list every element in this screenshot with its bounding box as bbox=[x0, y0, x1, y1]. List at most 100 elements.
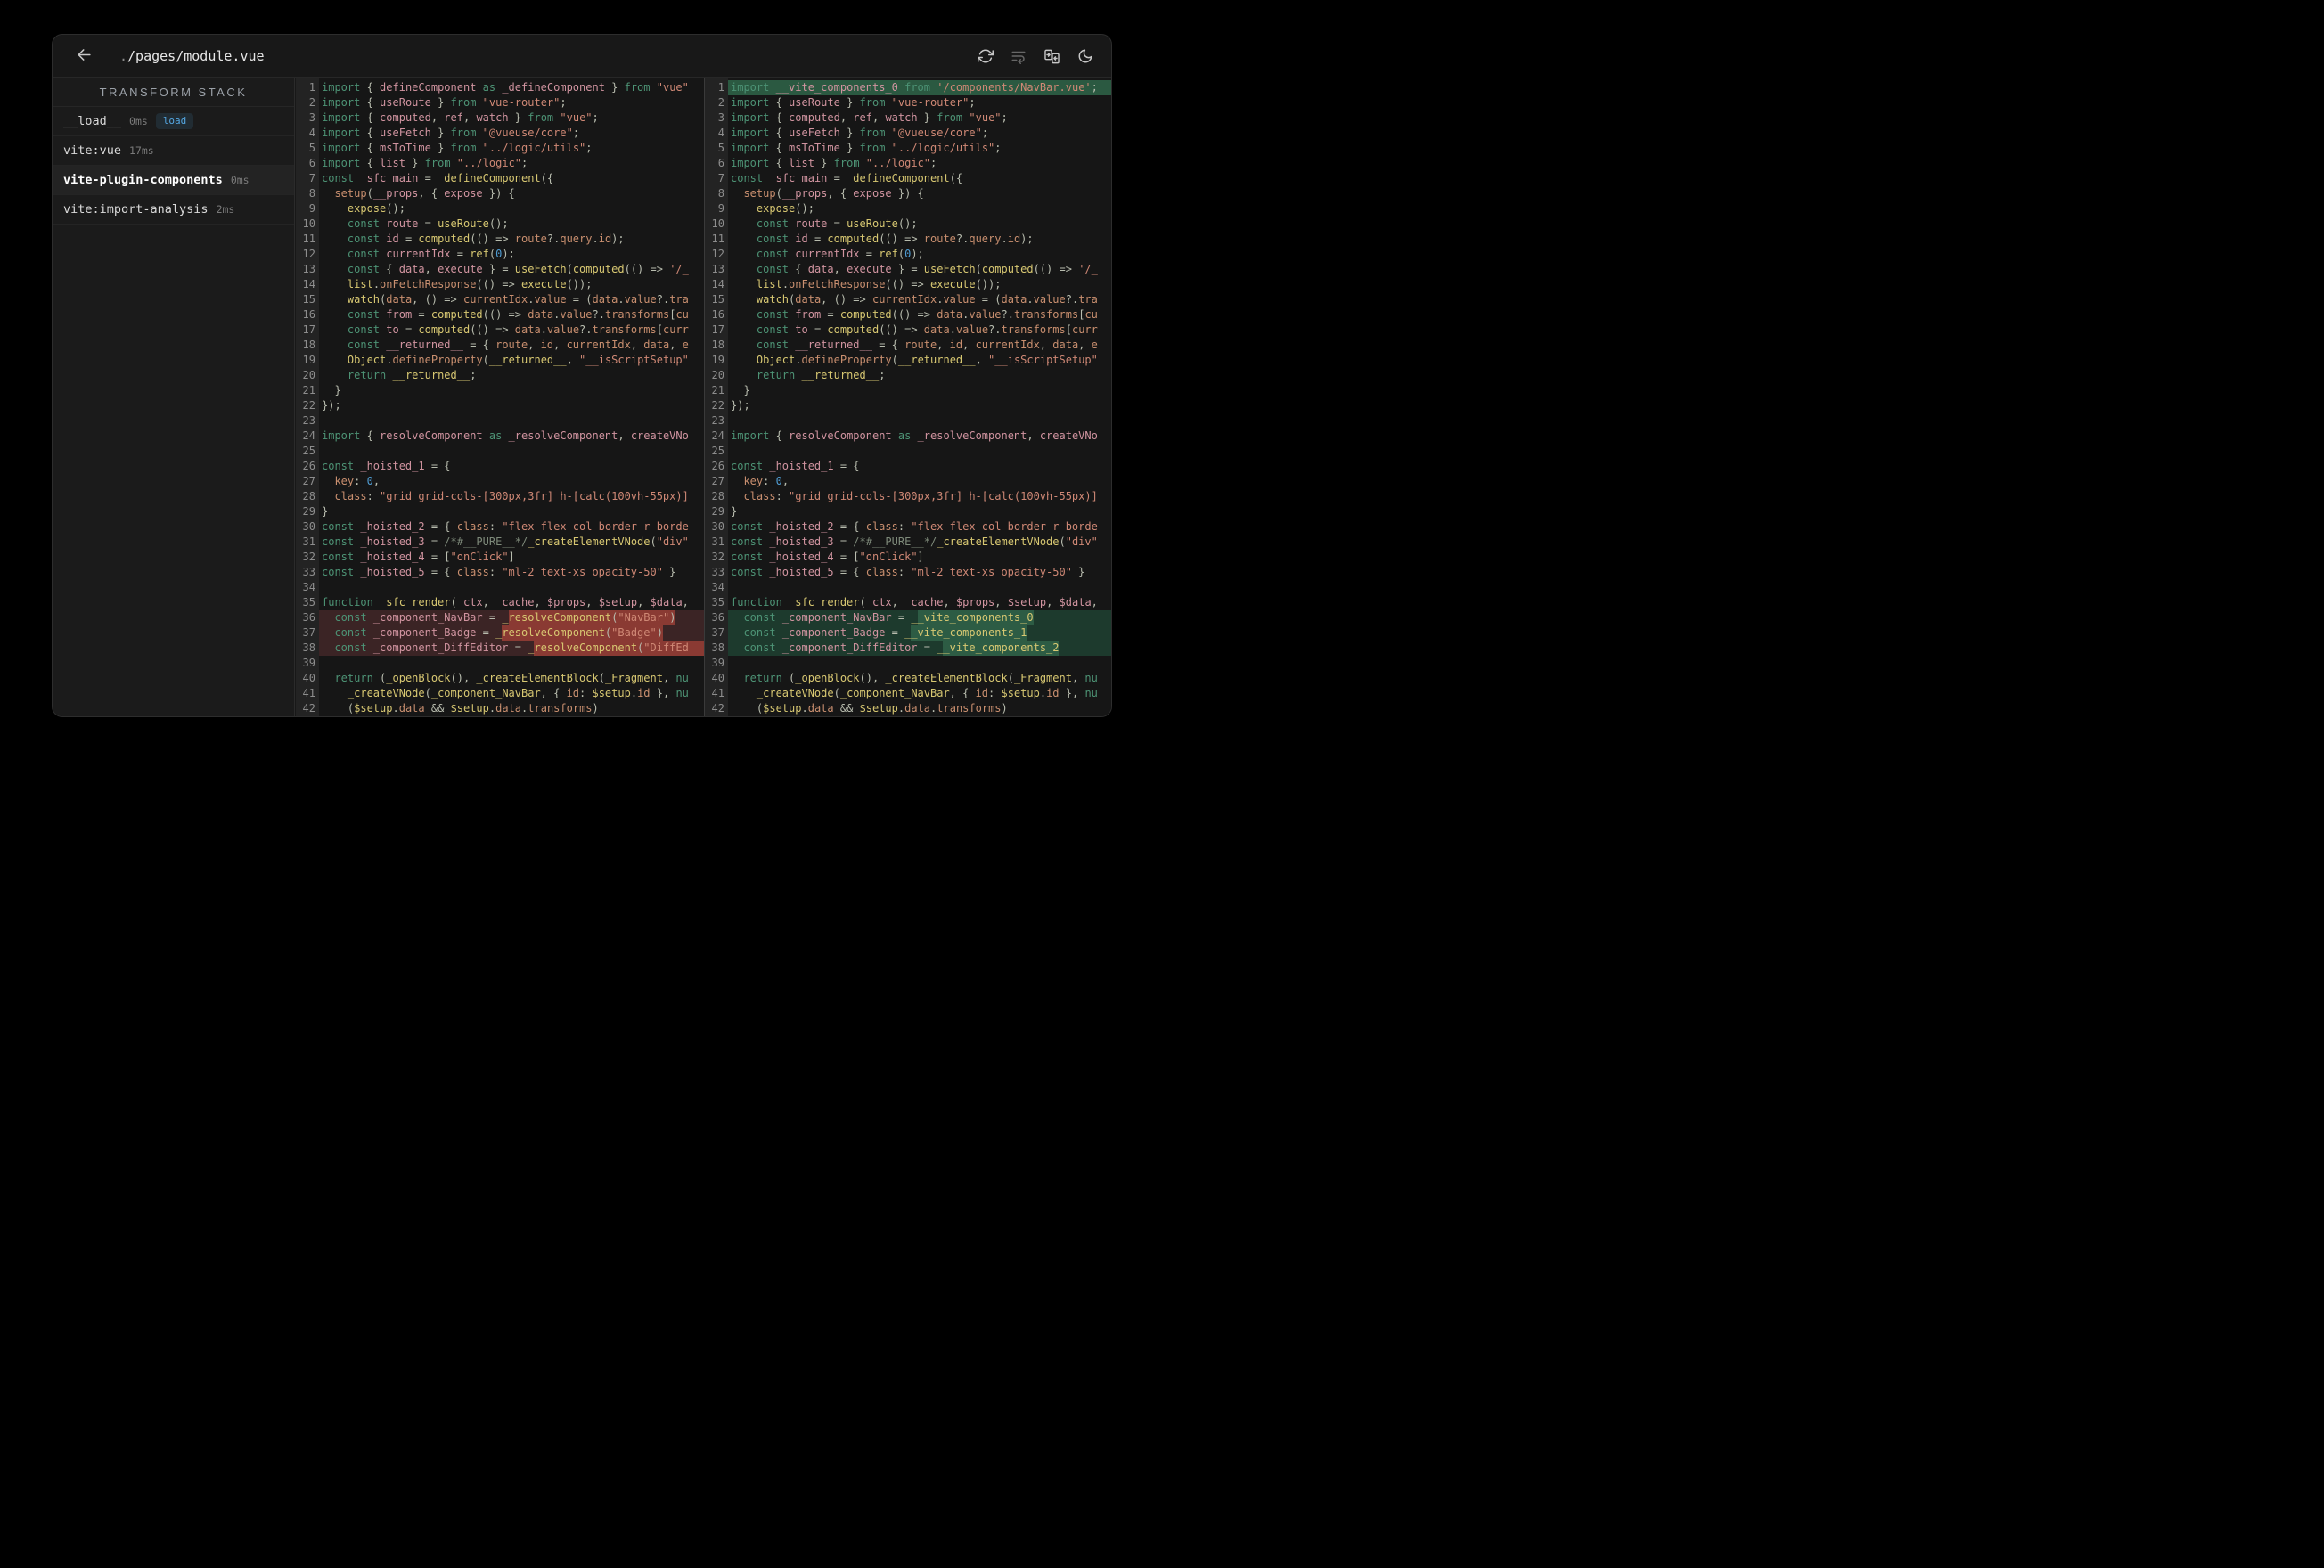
line-number: 20 bbox=[711, 369, 724, 381]
code-line: import __vite_components_0 from '/compon… bbox=[728, 80, 1111, 95]
line-number: 26 bbox=[711, 460, 724, 472]
code-line: return __returned__; bbox=[756, 369, 886, 381]
arrow-left-icon bbox=[76, 46, 93, 66]
line-number: 8 bbox=[308, 187, 315, 200]
line-number: 18 bbox=[711, 339, 724, 351]
diff-transformed-pane[interactable]: import __vite_components_0 from '/compon… bbox=[728, 78, 1111, 716]
line-number: 33 bbox=[711, 566, 724, 578]
code-line: const from = computed(() => data.value?.… bbox=[347, 308, 689, 321]
code-line: import { resolveComponent as _resolveCom… bbox=[731, 429, 1098, 442]
line-number: 6 bbox=[308, 157, 315, 169]
line-number: 31 bbox=[302, 535, 315, 548]
transform-stack-item[interactable]: vite:vue 17ms bbox=[53, 136, 294, 166]
code-line: const { data, execute } = useFetch(compu… bbox=[756, 263, 1098, 275]
plugin-name: __load__ bbox=[63, 114, 122, 128]
line-number: 41 bbox=[711, 687, 724, 699]
transform-stack-sidebar: TRANSFORM STACK __load__ 0ms load vite:vue 1… bbox=[53, 78, 295, 716]
code-line: import { useFetch } from "@vueuse/core"; bbox=[731, 127, 989, 139]
code-line: import { list } from "../logic"; bbox=[731, 157, 937, 169]
line-number: 10 bbox=[711, 217, 724, 230]
code-line: const _component_DiffEditor = __vite_com… bbox=[728, 641, 1111, 656]
line-number: 1 bbox=[308, 81, 315, 94]
code-line: import { list } from "../logic"; bbox=[322, 157, 528, 169]
code-line: } bbox=[322, 505, 329, 518]
line-number: 22 bbox=[302, 399, 315, 412]
plugin-time: 2ms bbox=[216, 203, 235, 216]
line-number: 18 bbox=[302, 339, 315, 351]
code-line: import { defineComponent as _defineCompo… bbox=[322, 81, 689, 94]
transform-stack-item[interactable]: __load__ 0ms load bbox=[53, 107, 294, 136]
transform-stack-item[interactable]: vite-plugin-components 0ms bbox=[53, 166, 294, 195]
code-line: watch(data, () => currentIdx.value = (da… bbox=[756, 293, 1098, 306]
line-number: 4 bbox=[308, 127, 315, 139]
code-line: key: 0, bbox=[334, 475, 381, 487]
title-dot: . bbox=[119, 47, 128, 64]
code-line: Object.defineProperty(__returned__, "__i… bbox=[756, 354, 1098, 366]
line-number: 24 bbox=[711, 429, 724, 442]
line-wrap-icon bbox=[1011, 48, 1027, 64]
diff-editor: 1 2 3 4 5 6 7 8 9 10 11 12 13 14 15 16 17 18 19 20 21 22 23 24 2… bbox=[296, 78, 1111, 716]
line-number: 2 bbox=[717, 96, 724, 109]
line-number: 20 bbox=[302, 369, 315, 381]
line-number: 11 bbox=[302, 233, 315, 245]
line-number: 28 bbox=[711, 490, 724, 502]
code-line: const route = useRoute(); bbox=[756, 217, 918, 230]
line-number: 9 bbox=[717, 202, 724, 215]
line-number: 42 bbox=[302, 702, 315, 715]
line-number: 39 bbox=[302, 657, 315, 669]
line-wrap-toggle[interactable] bbox=[1011, 48, 1027, 64]
title-path: /pages/module.vue bbox=[127, 47, 265, 64]
right-line-numbers: 1 2 3 4 5 6 7 8 9 10 11 12 13 14 15 16 17 18 19 20 21 22 23 24 2… bbox=[705, 78, 728, 716]
code-line: return (_openBlock(), _createElementBloc… bbox=[334, 672, 689, 684]
line-number: 38 bbox=[711, 641, 724, 654]
plugin-name: vite-plugin-components bbox=[63, 173, 223, 187]
line-number: 6 bbox=[717, 157, 724, 169]
code-line: }); bbox=[322, 399, 341, 412]
line-number: 24 bbox=[302, 429, 315, 442]
code-line: const _component_Badge = _resolveCompone… bbox=[319, 625, 704, 641]
line-number: 29 bbox=[302, 505, 315, 518]
transform-stack-item[interactable]: vite:import-analysis 2ms bbox=[53, 195, 294, 225]
line-number: 5 bbox=[308, 142, 315, 154]
line-number: 7 bbox=[308, 172, 315, 184]
code-line: } bbox=[731, 505, 738, 518]
refresh-button[interactable] bbox=[978, 48, 994, 64]
code-line: class: "grid grid-cols-[300px,3fr] h-[ca… bbox=[334, 490, 689, 502]
code-line: function _sfc_render(_ctx, _cache, $prop… bbox=[322, 596, 689, 608]
line-number: 14 bbox=[711, 278, 724, 290]
code-line: const _hoisted_3 = /*#__PURE__*/_createE… bbox=[731, 535, 1098, 548]
split-diff-toggle[interactable] bbox=[1043, 48, 1060, 65]
code-line: const { data, execute } = useFetch(compu… bbox=[347, 263, 689, 275]
line-number: 12 bbox=[302, 248, 315, 260]
line-number: 29 bbox=[711, 505, 724, 518]
line-number: 33 bbox=[302, 566, 315, 578]
top-bar: ./pages/module.vue bbox=[53, 35, 1111, 78]
line-number: 23 bbox=[711, 414, 724, 427]
code-line: expose(); bbox=[756, 202, 814, 215]
diff-original-pane[interactable]: import { defineComponent as _defineCompo… bbox=[319, 78, 704, 716]
line-number: 37 bbox=[302, 626, 315, 639]
code-line: import { msToTime } from "../logic/utils… bbox=[731, 142, 1002, 154]
line-number: 15 bbox=[711, 293, 724, 306]
dark-mode-toggle[interactable] bbox=[1077, 48, 1093, 64]
code-line: const currentIdx = ref(0); bbox=[347, 248, 515, 260]
back-button[interactable] bbox=[72, 43, 96, 69]
line-number: 32 bbox=[302, 551, 315, 563]
code-line: const to = computed(() => data.value?.tr… bbox=[756, 323, 1098, 336]
code-line: const currentIdx = ref(0); bbox=[756, 248, 924, 260]
code-line: import { useRoute } from "vue-router"; bbox=[322, 96, 567, 109]
line-number: 16 bbox=[302, 308, 315, 321]
code-line: const id = computed(() => route?.query.i… bbox=[347, 233, 625, 245]
code-line: const _hoisted_1 = { bbox=[731, 460, 860, 472]
line-number: 4 bbox=[717, 127, 724, 139]
code-line: import { useFetch } from "@vueuse/core"; bbox=[322, 127, 580, 139]
line-number: 22 bbox=[711, 399, 724, 412]
code-line: list.onFetchResponse(() => execute()); bbox=[347, 278, 593, 290]
line-number: 41 bbox=[302, 687, 315, 699]
code-line: ($setup.data && $setup.data.transforms) bbox=[322, 702, 599, 715]
line-number: 28 bbox=[302, 490, 315, 502]
